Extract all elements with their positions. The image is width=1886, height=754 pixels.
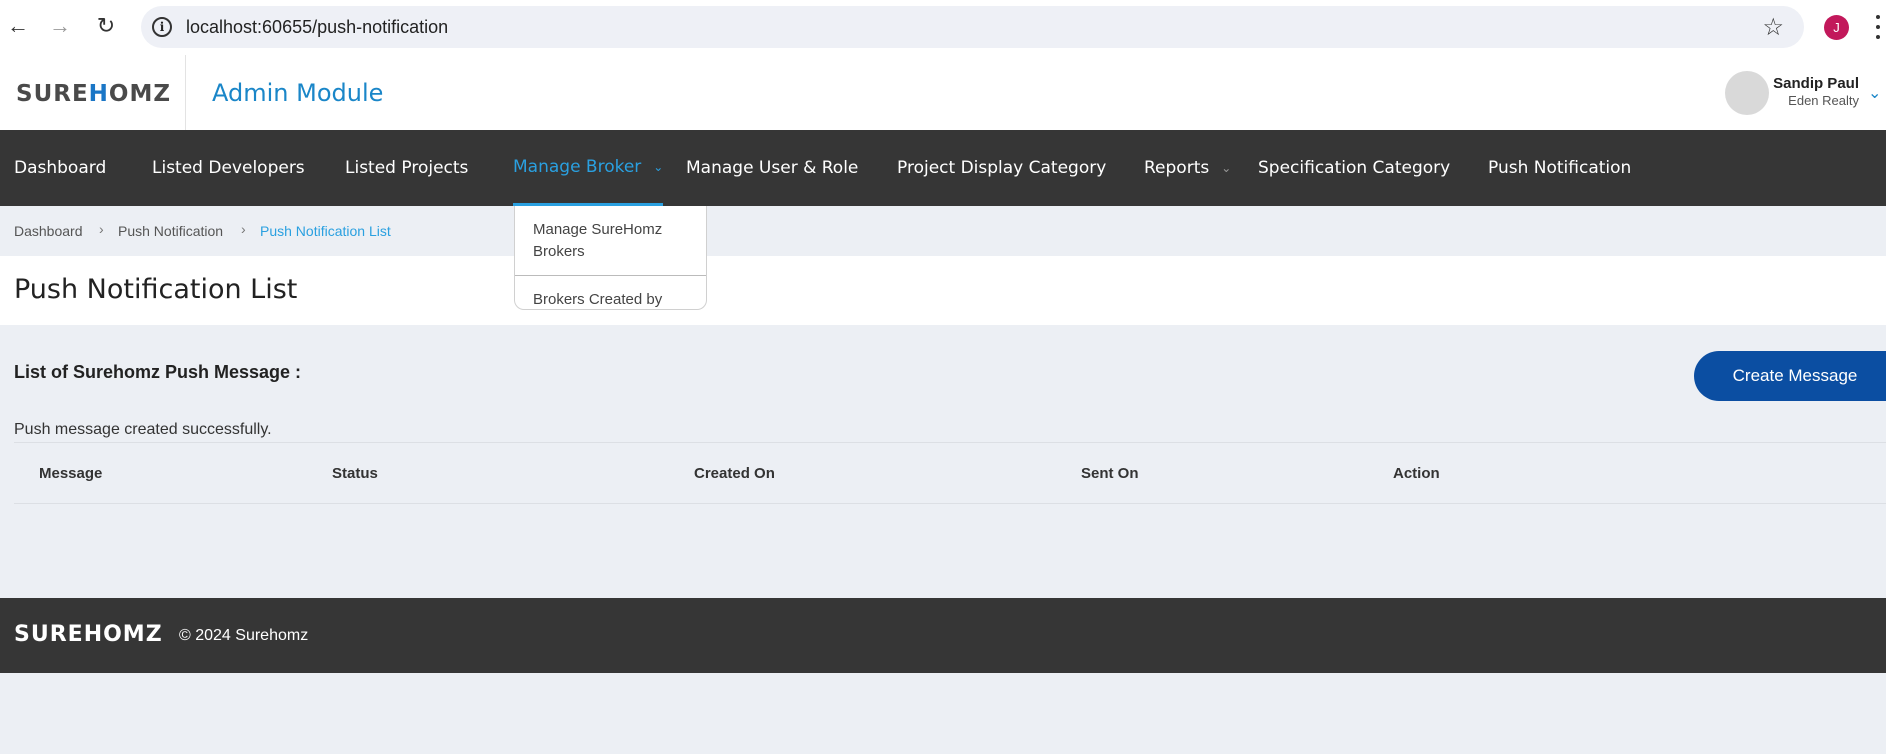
success-message: Push message created successfully. [14,421,272,438]
chevron-down-icon: ⌄ [653,159,664,174]
copyright-text: © 2024 Surehomz [179,627,309,644]
breadcrumb-dashboard[interactable]: Dashboard [14,223,83,239]
footer-logo[interactable]: SUREHOMZ [14,622,163,647]
chevron-down-icon: ⌄ [1221,161,1232,175]
user-name[interactable]: Sandip Paul [1773,75,1859,92]
app-header: SUREHOMZ Admin Module Sandip Paul Eden R… [0,55,1886,130]
table-divider [14,442,1886,443]
profile-avatar[interactable]: J [1824,15,1849,40]
dropdown-item-brokers-created-by[interactable]: Brokers Created by [515,276,706,309]
breadcrumb-push-notification[interactable]: Push Notification [118,223,223,239]
user-organization: Eden Realty [1788,93,1859,108]
manage-broker-dropdown: Manage SureHomz Brokers Brokers Created … [514,206,707,310]
nav-listed-developers[interactable]: Listed Developers [152,130,305,206]
forward-arrow-icon[interactable]: → [45,11,75,41]
bookmark-star-icon[interactable]: ☆ [1762,13,1784,42]
column-header-message[interactable]: Message [39,465,102,482]
user-avatar[interactable] [1725,71,1769,115]
breadcrumb-current: Push Notification List [260,223,391,239]
dropdown-item-manage-surehomz-brokers[interactable]: Manage SureHomz Brokers [515,206,706,276]
chevron-right-icon: › [99,221,104,237]
chevron-right-icon: › [241,221,246,237]
nav-push-notification[interactable]: Push Notification [1488,130,1631,206]
breadcrumb: Dashboard › Push Notification › Push Not… [0,206,1886,256]
column-header-sent-on[interactable]: Sent On [1081,465,1139,482]
nav-listed-projects[interactable]: Listed Projects [345,130,468,206]
nav-manage-user-role[interactable]: Manage User & Role [686,130,858,206]
footer: SUREHOMZ © 2024 Surehomz [0,598,1886,673]
table-divider [14,503,1886,504]
column-header-status[interactable]: Status [332,465,378,482]
page-title-band: Push Notification List [0,256,1886,325]
main-navigation: Dashboard Listed Developers Listed Proje… [0,130,1886,206]
site-info-icon[interactable]: i [152,17,172,37]
user-menu-chevron-icon[interactable]: ⌄ [1868,83,1881,103]
create-message-button[interactable]: Create Message [1694,351,1886,401]
surehomz-logo[interactable]: SUREHOMZ [16,81,171,107]
header-divider [185,55,186,130]
page-title: Push Notification List [14,274,298,305]
url-text[interactable]: localhost:60655/push-notification [186,17,448,38]
nav-specification-category[interactable]: Specification Category [1258,130,1450,206]
back-arrow-icon[interactable]: ← [3,11,33,41]
browser-toolbar: ← → ↻ i localhost:60655/push-notificatio… [0,0,1886,55]
section-heading: List of Surehomz Push Message : [14,362,302,382]
module-title: Admin Module [212,79,384,107]
nav-project-display-category[interactable]: Project Display Category [897,130,1106,206]
column-header-action: Action [1393,465,1440,482]
nav-reports[interactable]: Reports ⌄ [1144,130,1231,206]
browser-menu-icon[interactable] [1874,12,1882,42]
nav-dashboard[interactable]: Dashboard [14,130,106,206]
address-bar[interactable]: i localhost:60655/push-notification ☆ [141,6,1804,48]
reload-icon[interactable]: ↻ [91,11,121,41]
nav-manage-broker[interactable]: Manage Broker ⌄ [513,130,664,206]
column-header-created-on[interactable]: Created On [694,465,775,482]
